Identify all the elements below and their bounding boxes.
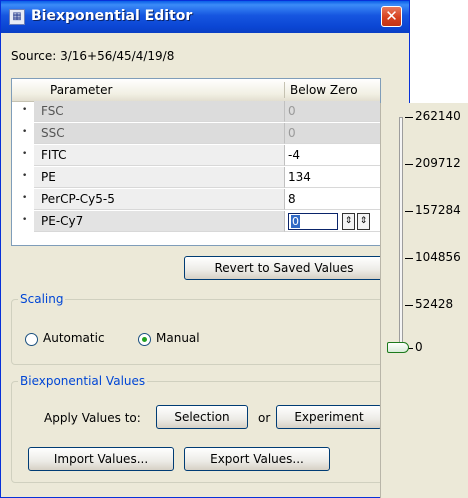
scale-slider-panel: 262140 209712 157284 104856 52428 0 bbox=[380, 103, 468, 498]
parameter-cell: SSC bbox=[34, 123, 284, 144]
scale-label: 262140 bbox=[415, 109, 461, 123]
scale-label: 0 bbox=[415, 340, 423, 354]
parameter-grid: Parameter Below Zero • FSC 0 • SSC 0 • F… bbox=[11, 78, 381, 246]
or-label: or bbox=[258, 411, 271, 425]
row-marker: • bbox=[22, 171, 28, 181]
editor-selected-text: 0 bbox=[291, 215, 300, 228]
row-marker: • bbox=[22, 215, 28, 225]
title-bar[interactable]: ▦ Biexponential Editor ✕ bbox=[1, 1, 409, 33]
import-values-button[interactable]: Import Values... bbox=[28, 447, 174, 471]
spinner-extra-button[interactable]: ⇕ bbox=[357, 213, 370, 230]
grid-row-fsc[interactable]: • FSC 0 bbox=[12, 101, 380, 123]
revert-to-saved-values-button[interactable]: Revert to Saved Values bbox=[184, 256, 384, 280]
grid-row-percp-cy5-5[interactable]: • PerCP-Cy5-5 8 bbox=[12, 189, 380, 211]
scale-label: 104856 bbox=[415, 250, 461, 264]
scale-tick bbox=[405, 164, 413, 165]
scale-label: 52428 bbox=[415, 297, 454, 311]
grid-app-icon: ▦ bbox=[9, 9, 25, 25]
header-below-zero[interactable]: Below Zero bbox=[290, 83, 358, 97]
scaling-group: Scaling Automatic Manual bbox=[11, 292, 403, 365]
parameter-cell: FITC bbox=[34, 145, 284, 166]
below-zero-cell[interactable]: -4 bbox=[284, 145, 380, 166]
row-marker: • bbox=[22, 193, 28, 203]
below-zero-cell[interactable]: 134 bbox=[284, 167, 380, 188]
grid-row-pe-cy7[interactable]: • PE-Cy7 0 ⇕ ⇕ bbox=[12, 211, 380, 233]
experiment-button[interactable]: Experiment bbox=[276, 405, 382, 429]
below-zero-editor-input[interactable]: 0 bbox=[288, 213, 338, 230]
scale-tick bbox=[405, 258, 413, 259]
manual-radio[interactable] bbox=[138, 333, 151, 346]
below-zero-cell: 0 bbox=[284, 101, 380, 122]
close-button[interactable]: ✕ bbox=[381, 6, 402, 27]
header-divider[interactable] bbox=[284, 82, 285, 98]
scale-tick bbox=[405, 305, 413, 306]
biexponential-values-title: Biexponential Values bbox=[18, 374, 148, 388]
slider-track[interactable] bbox=[399, 117, 403, 353]
automatic-label[interactable]: Automatic bbox=[43, 331, 105, 345]
parameter-cell: PE-Cy7 bbox=[34, 211, 284, 232]
window-title: Biexponential Editor bbox=[31, 8, 193, 24]
row-marker: • bbox=[22, 105, 28, 115]
radio-selected-dot bbox=[142, 337, 147, 342]
scale-tick bbox=[405, 117, 413, 118]
manual-label[interactable]: Manual bbox=[156, 331, 200, 345]
slider-thumb[interactable] bbox=[387, 342, 409, 353]
export-values-button[interactable]: Export Values... bbox=[184, 447, 330, 471]
scale-label: 209712 bbox=[415, 156, 461, 170]
biexponential-values-group: Biexponential Values Apply Values to: Se… bbox=[11, 374, 403, 483]
biexponential-editor-window: ▦ Biexponential Editor ✕ Source: 3/16+56… bbox=[0, 0, 410, 498]
row-marker: • bbox=[22, 127, 28, 137]
grid-row-fitc[interactable]: • FITC -4 bbox=[12, 145, 380, 167]
grid-row-pe[interactable]: • PE 134 bbox=[12, 167, 380, 189]
row-marker: • bbox=[22, 149, 28, 159]
scaling-group-title: Scaling bbox=[18, 292, 66, 306]
automatic-radio[interactable] bbox=[25, 333, 38, 346]
parameter-cell: FSC bbox=[34, 101, 284, 122]
source-label: Source: 3/16+56/45/4/19/8 bbox=[11, 49, 175, 63]
parameter-cell: PerCP-Cy5-5 bbox=[34, 189, 284, 210]
parameter-cell: PE bbox=[34, 167, 284, 188]
apply-values-label: Apply Values to: bbox=[44, 411, 141, 425]
below-zero-cell[interactable]: 8 bbox=[284, 189, 380, 210]
header-parameter[interactable]: Parameter bbox=[50, 83, 112, 97]
scale-label: 157284 bbox=[415, 203, 461, 217]
grid-row-ssc[interactable]: • SSC 0 bbox=[12, 123, 380, 145]
spinner-up-down-button[interactable]: ⇕ bbox=[342, 213, 355, 230]
grid-header: Parameter Below Zero bbox=[12, 79, 380, 102]
below-zero-cell: 0 bbox=[284, 123, 380, 144]
selection-button[interactable]: Selection bbox=[156, 405, 248, 429]
scale-tick bbox=[405, 211, 413, 212]
